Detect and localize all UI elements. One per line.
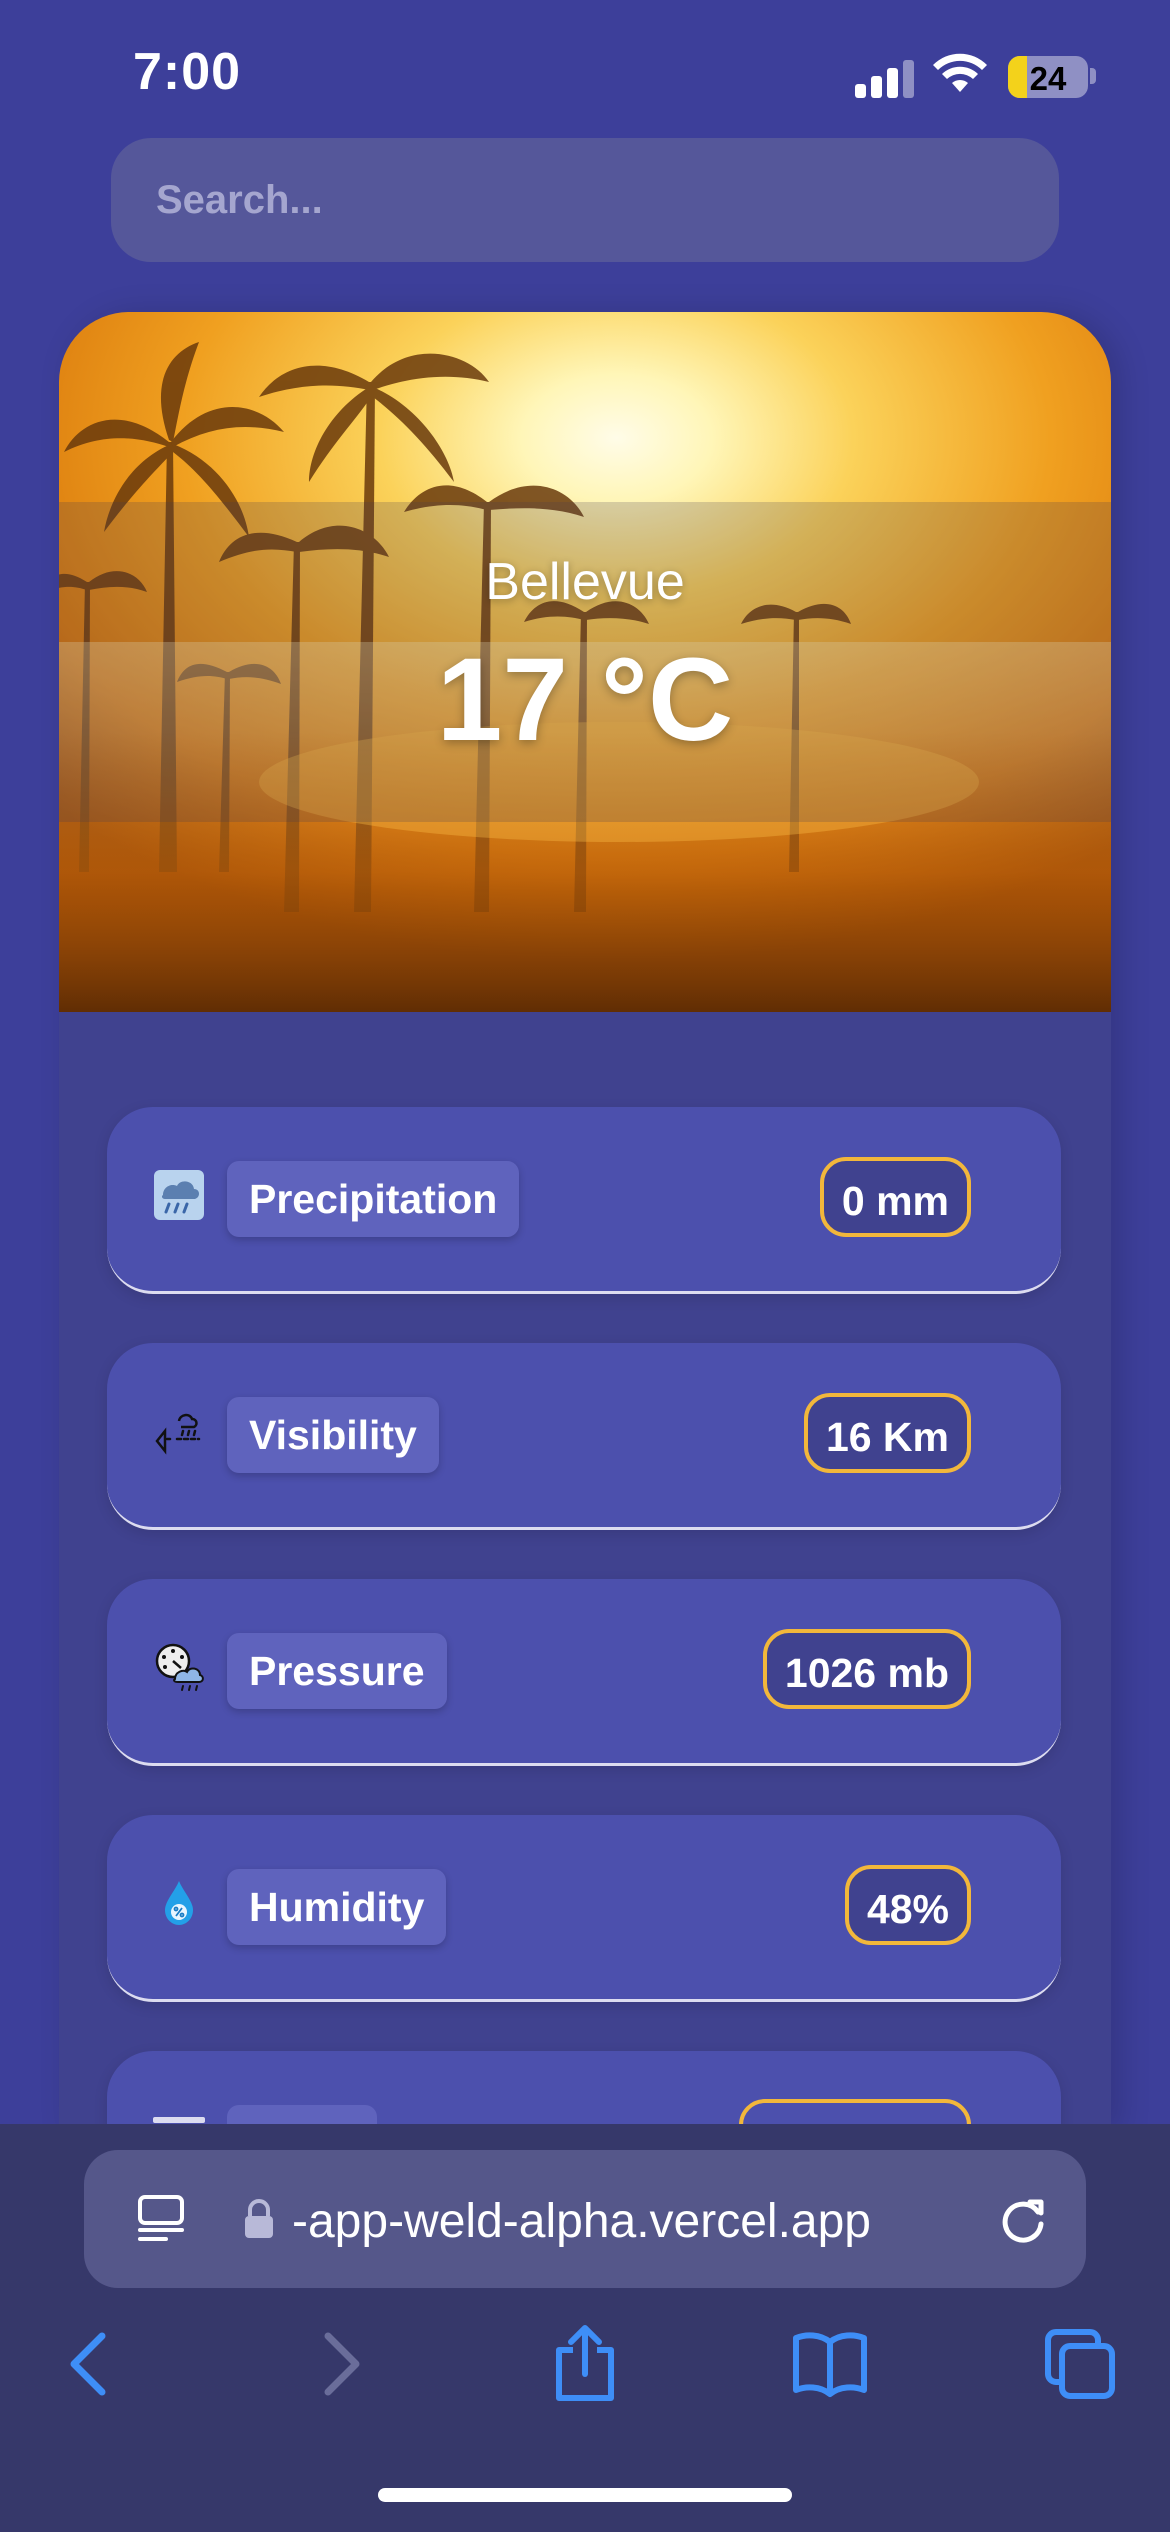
home-indicator[interactable] bbox=[378, 2488, 792, 2502]
detail-value: 16 Km bbox=[803, 1393, 971, 1473]
battery-tip bbox=[1090, 68, 1096, 84]
bookmarks-icon[interactable] bbox=[790, 2324, 870, 2404]
pressure-icon bbox=[155, 1643, 204, 1691]
cellular-signal-icon bbox=[855, 58, 915, 98]
search-bar[interactable] bbox=[111, 138, 1059, 262]
status-time: 7:00 bbox=[133, 43, 242, 101]
wind-rain-icon bbox=[155, 1413, 201, 1455]
detail-value: 48% bbox=[844, 1865, 971, 1945]
detail-label: Precipitation bbox=[227, 1161, 520, 1237]
detail-value: 1026 mb bbox=[762, 1629, 971, 1709]
back-icon[interactable] bbox=[50, 2324, 130, 2404]
detail-row-humidity: Humidity 48% bbox=[107, 1815, 1061, 2002]
partial-row-icon bbox=[153, 2117, 205, 2123]
address-bar[interactable]: -app-weld-alpha.vercel.app bbox=[84, 2150, 1086, 2288]
weather-hero-image: Bellevue 17 °C bbox=[59, 312, 1111, 1012]
weather-card: Bellevue 17 °C Precipitation 0 mm Visibi… bbox=[59, 312, 1111, 2132]
detail-row-visibility: Visibility 16 Km bbox=[107, 1343, 1061, 1530]
tabs-icon[interactable] bbox=[1040, 2324, 1120, 2404]
detail-label: Pressure bbox=[227, 1633, 447, 1709]
detail-row-partial bbox=[107, 2051, 1061, 2132]
battery-icon: 24 bbox=[1008, 56, 1088, 98]
battery-level: 24 bbox=[1029, 60, 1067, 97]
reload-icon[interactable] bbox=[994, 2190, 1052, 2248]
city-name: Bellevue bbox=[485, 553, 685, 611]
search-input[interactable] bbox=[154, 176, 1059, 224]
wifi-icon bbox=[933, 53, 987, 92]
url-text[interactable]: -app-weld-alpha.vercel.app bbox=[292, 2194, 871, 2249]
browser-toolbar: -app-weld-alpha.vercel.app bbox=[0, 2124, 1170, 2532]
detail-row-pressure: Pressure 1026 mb bbox=[107, 1579, 1061, 1766]
rain-cloud-icon bbox=[154, 1170, 204, 1220]
humidity-drop-icon bbox=[165, 1881, 193, 1925]
reader-mode-icon[interactable] bbox=[136, 2194, 188, 2244]
detail-label: Visibility bbox=[227, 1397, 439, 1473]
detail-value: 0 mm bbox=[819, 1157, 971, 1237]
detail-label: Humidity bbox=[227, 1869, 447, 1945]
lock-icon bbox=[245, 2199, 273, 2238]
share-icon[interactable] bbox=[545, 2324, 625, 2404]
status-bar: 7:00 24 bbox=[0, 0, 1170, 140]
forward-icon[interactable] bbox=[300, 2324, 380, 2404]
detail-row-precipitation: Precipitation 0 mm bbox=[107, 1107, 1061, 1294]
temperature: 17 °C bbox=[436, 634, 734, 766]
